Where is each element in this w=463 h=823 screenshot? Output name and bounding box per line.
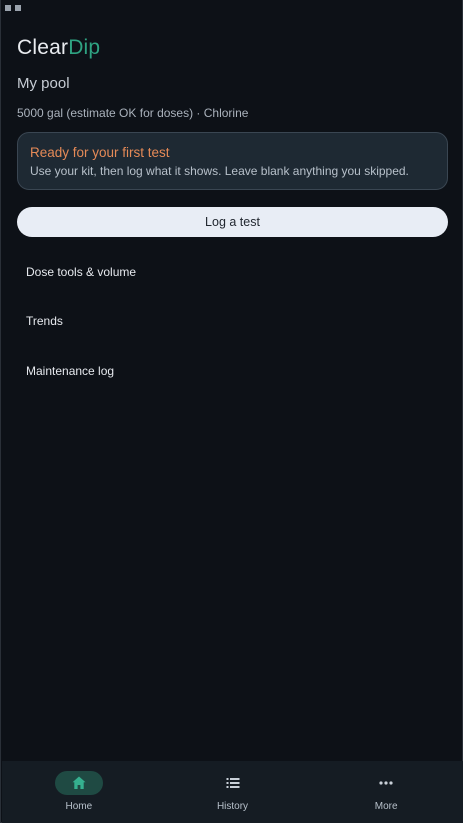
nav-item-history[interactable]: History [156,761,310,823]
nav-label-history: History [216,801,249,812]
first-test-notice-card: Ready for your first test Use your kit, … [17,132,448,190]
nav-label-more: More [374,801,398,812]
menu-item-maintenance-log[interactable]: Maintenance log [26,364,114,378]
status-indicator-icon [5,5,11,11]
list-icon [226,778,239,788]
brand-part-2: Dip [68,36,101,59]
app-logo: ClearDip [17,36,100,60]
app-screen: ClearDip My pool 5000 gal (estimate OK f… [0,0,463,823]
nav-item-home[interactable]: Home [2,761,156,823]
nav-active-indicator [54,771,103,795]
status-bar [5,2,21,14]
log-test-button[interactable]: Log a test [17,207,448,237]
pool-name: My pool [17,75,70,92]
status-indicator-icon [15,5,21,11]
more-icon [379,781,393,785]
notice-body: Use your kit, then log what it shows. Le… [30,164,409,178]
nav-item-more[interactable]: More [309,761,463,823]
nav-label-home: Home [65,801,93,812]
menu-item-dose-tools[interactable]: Dose tools & volume [26,265,136,279]
menu-item-trends[interactable]: Trends [26,314,63,328]
brand-part-1: Clear [17,36,69,59]
bottom-navigation: Home History More [2,761,463,823]
pool-info: 5000 gal (estimate OK for doses) · Chlor… [17,106,249,120]
notice-title: Ready for your first test [30,145,170,160]
home-icon [72,776,86,789]
